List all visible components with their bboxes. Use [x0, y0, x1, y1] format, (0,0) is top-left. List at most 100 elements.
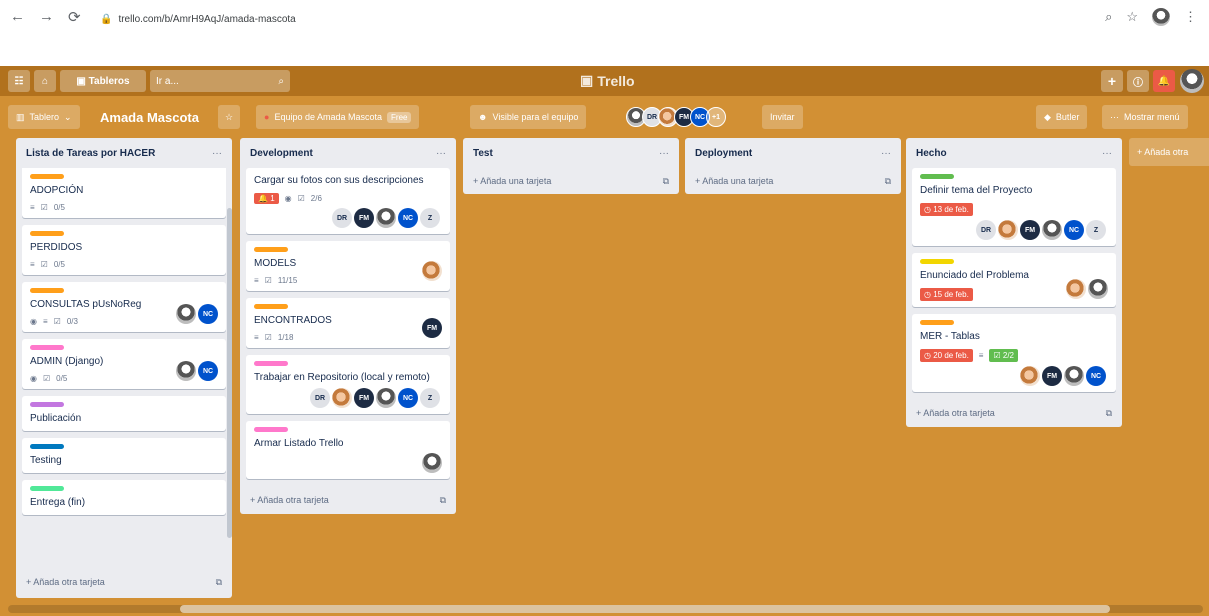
scrollbar-thumb[interactable] — [180, 605, 1110, 613]
member-avatar-fm[interactable]: FM — [422, 318, 442, 338]
add-card-button[interactable]: + Añada otra tarjeta ⧉ — [16, 568, 232, 596]
back-icon[interactable]: ← — [10, 8, 25, 26]
member-avatar[interactable] — [1088, 279, 1108, 299]
member-avatar-fm[interactable]: FM — [1020, 220, 1040, 240]
list-menu-icon[interactable]: ··· — [1102, 148, 1112, 159]
trello-logo[interactable]: ▣ Trello — [580, 72, 635, 89]
member-avatar-nc[interactable]: NC — [398, 208, 418, 228]
card[interactable]: CONSULTAS pUsNoReg ◉ ≡ ☑ 0/3 NC — [22, 282, 226, 332]
star-board-icon[interactable]: ☆ — [218, 105, 240, 129]
info-icon[interactable]: ⓘ — [1127, 70, 1149, 92]
add-card-button[interactable]: + Añada una tarjeta ⧉ — [463, 168, 679, 194]
member-avatar[interactable] — [176, 361, 196, 381]
extra-members-count[interactable]: +1 — [706, 107, 726, 127]
description-icon: ≡ — [254, 333, 259, 342]
list-title[interactable]: Development — [250, 148, 313, 159]
visibility-button[interactable]: ☻ Visible para el equipo — [470, 105, 587, 129]
member-avatar[interactable] — [1042, 220, 1062, 240]
member-avatar-fm[interactable]: FM — [354, 388, 374, 408]
profile-avatar[interactable] — [1152, 8, 1170, 26]
card[interactable]: Trabajar en Repositorio (local y remoto)… — [246, 355, 450, 414]
list-title[interactable]: Deployment — [695, 148, 752, 159]
star-icon[interactable]: ☆ — [1126, 9, 1138, 25]
apps-icon[interactable]: ☷ — [8, 70, 30, 92]
invite-button[interactable]: Invitar — [762, 105, 803, 129]
reload-icon[interactable]: ⟳ — [68, 8, 81, 26]
template-icon[interactable]: ⧉ — [1106, 408, 1112, 419]
add-list-button[interactable]: + Añada otra — [1129, 138, 1209, 166]
member-avatar-dr[interactable]: DR — [976, 220, 996, 240]
member-avatar[interactable] — [422, 261, 442, 281]
member-avatar[interactable] — [376, 388, 396, 408]
member-avatar-nc[interactable]: NC — [198, 361, 218, 381]
member-avatar-nc[interactable]: NC — [1086, 366, 1106, 386]
member-avatar-nc[interactable]: NC — [398, 388, 418, 408]
member-avatar-z[interactable]: Z — [1086, 220, 1106, 240]
add-card-button[interactable]: + Añada otra tarjeta ⧉ — [906, 399, 1122, 427]
template-icon[interactable]: ⧉ — [440, 495, 446, 506]
card[interactable]: Enunciado del Problema ◷ 15 de feb. — [912, 253, 1116, 307]
member-avatar[interactable] — [176, 304, 196, 324]
add-card-button[interactable]: + Añada otra tarjeta ⧉ — [240, 486, 456, 514]
list-menu-icon[interactable]: ··· — [659, 148, 669, 159]
member-avatar-nc[interactable]: NC — [1064, 220, 1084, 240]
card[interactable]: Armar Listado Trello — [246, 421, 450, 479]
create-button[interactable]: + — [1101, 70, 1123, 92]
member-avatar-fm[interactable]: FM — [354, 208, 374, 228]
board-title[interactable]: Amada Mascota — [92, 105, 207, 129]
member-avatar-nc[interactable]: NC — [198, 304, 218, 324]
show-menu-button[interactable]: ··· Mostrar menú — [1102, 105, 1188, 129]
card[interactable]: Definir tema del Proyecto ◷ 13 de feb. D… — [912, 168, 1116, 246]
user-avatar[interactable] — [1180, 69, 1204, 93]
member-avatar[interactable] — [376, 208, 396, 228]
card[interactable]: PERDIDOS ≡ ☑ 0/5 — [22, 225, 226, 275]
add-card-button[interactable]: + Añada una tarjeta ⧉ — [685, 168, 901, 194]
boards-button[interactable]: ▣ Tableros — [60, 70, 146, 92]
forward-icon[interactable]: → — [39, 8, 54, 26]
member-avatar-z[interactable]: Z — [420, 388, 440, 408]
home-icon[interactable]: ⌂ — [34, 70, 56, 92]
card[interactable]: MER - Tablas ◷ 20 de feb. ≡ ☑ 2/2 FM NC — [912, 314, 1116, 392]
card[interactable]: Entrega (fin) — [22, 480, 226, 515]
card[interactable]: MODELS ≡ ☑ 11/15 — [246, 241, 450, 291]
member-avatar-z[interactable]: Z — [420, 208, 440, 228]
card[interactable]: Publicación — [22, 396, 226, 431]
list-scrollbar[interactable] — [227, 208, 232, 538]
team-button[interactable]: ● Equipo de Amada Mascota Free — [256, 105, 420, 129]
template-icon[interactable]: ⧉ — [885, 176, 891, 187]
list-menu-icon[interactable]: ··· — [436, 148, 446, 159]
notification-bell-icon[interactable]: 🔔 — [1153, 70, 1175, 92]
kebab-menu-icon[interactable]: ⋮ — [1184, 9, 1197, 25]
list-title[interactable]: Hecho — [916, 148, 947, 159]
address-bar[interactable]: 🔒 trello.com/b/AmrH9AqJ/amada-mascota — [100, 6, 1100, 32]
search-input[interactable]: Ir a... ⌕ — [150, 70, 290, 92]
board-scrollbar[interactable] — [8, 605, 1203, 613]
member-avatar[interactable] — [1066, 279, 1086, 299]
list-menu-icon[interactable]: ··· — [212, 148, 222, 159]
card[interactable]: Testing — [22, 438, 226, 473]
free-badge: Free — [387, 111, 412, 123]
list-title[interactable]: Lista de Tareas por HACER — [26, 148, 155, 159]
member-avatar-dr[interactable]: DR — [310, 388, 330, 408]
member-avatar-fm[interactable]: FM — [1042, 366, 1062, 386]
card[interactable]: Cargar su fotos con sus descripciones 🔔 … — [246, 168, 450, 234]
butler-button[interactable]: ◆ Butler — [1036, 105, 1088, 129]
member-avatar[interactable] — [998, 220, 1018, 240]
member-avatar[interactable] — [1064, 366, 1084, 386]
card[interactable]: ENCONTRADOS ≡ ☑ 1/18 FM — [246, 298, 450, 348]
list-menu-icon[interactable]: ··· — [881, 148, 891, 159]
board-view-button[interactable]: ▥ Tablero ⌄ — [8, 105, 80, 129]
template-icon[interactable]: ⧉ — [216, 577, 222, 588]
member-avatar[interactable] — [1020, 366, 1040, 386]
board-header: ▥ Tablero ⌄ Amada Mascota ☆ ● Equipo de … — [0, 100, 1209, 134]
template-icon[interactable]: ⧉ — [663, 176, 669, 187]
member-avatar[interactable] — [422, 453, 442, 473]
checklist-count: 11/15 — [277, 276, 298, 285]
zoom-icon[interactable]: ⌕ — [1105, 9, 1112, 25]
card[interactable]: ADMIN (Django) ◉ ☑ 0/5 NC — [22, 339, 226, 389]
member-avatar-dr[interactable]: DR — [332, 208, 352, 228]
trello-logo-icon: ▣ — [580, 72, 594, 88]
list-title[interactable]: Test — [473, 148, 493, 159]
card[interactable]: ADOPCIÓN ≡ ☑ 0/5 — [22, 168, 226, 218]
member-avatar[interactable] — [332, 388, 352, 408]
